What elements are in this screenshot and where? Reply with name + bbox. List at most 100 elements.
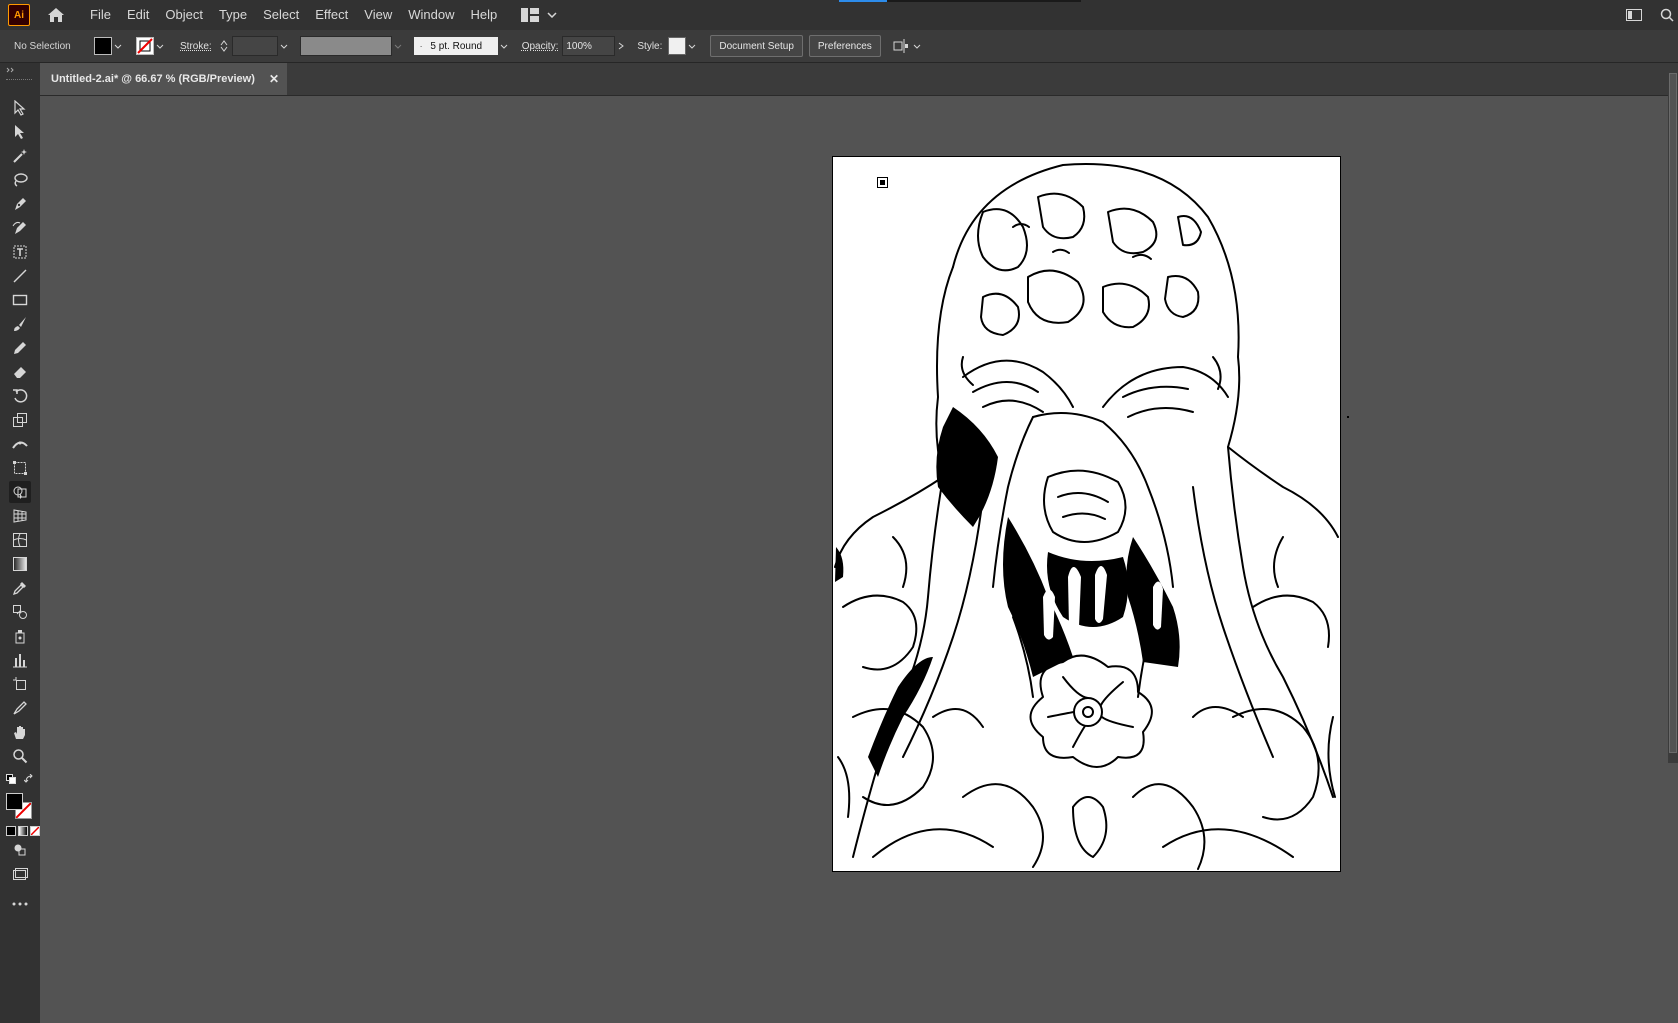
- document-tab[interactable]: Untitled-2.ai* @ 66.67 % (RGB/Preview) ✕: [40, 63, 287, 95]
- color-mode-none[interactable]: [30, 826, 40, 836]
- fill-stroke-control[interactable]: [6, 793, 36, 819]
- opacity-value: 100%: [566, 40, 592, 52]
- screen-mode-button[interactable]: [9, 863, 31, 885]
- stroke-weight-dropdown[interactable]: [278, 38, 290, 54]
- cloud-progress-accent: [839, 0, 887, 2]
- direct-selection-tool[interactable]: [9, 121, 31, 143]
- chevron-right-icon: [619, 42, 625, 50]
- lasso-tool[interactable]: [9, 169, 31, 191]
- stroke-label[interactable]: Stroke:: [180, 41, 212, 52]
- preferences-button[interactable]: Preferences: [808, 35, 881, 57]
- artboard-tool[interactable]: [9, 673, 31, 695]
- fill-swatch[interactable]: [94, 37, 112, 55]
- opacity-expand[interactable]: [615, 38, 627, 54]
- column-graph-tool[interactable]: [9, 649, 31, 671]
- arrange-options[interactable]: [893, 39, 921, 53]
- main-menu: File Edit Object Type Select Effect View…: [82, 0, 505, 30]
- shape-builder-tool[interactable]: [9, 481, 31, 503]
- menu-object[interactable]: Object: [157, 0, 211, 30]
- opacity-label[interactable]: Opacity:: [522, 41, 559, 52]
- stroke-weight-field[interactable]: [231, 36, 278, 56]
- brush-definition[interactable]: · 5 pt. Round: [413, 37, 498, 55]
- graphic-style-swatch[interactable]: [668, 37, 687, 55]
- zoom-tool[interactable]: [9, 745, 31, 767]
- chevron-down-icon: [547, 12, 557, 18]
- canvas-area[interactable]: [40, 96, 1670, 1023]
- blend-tool[interactable]: [9, 601, 31, 623]
- vertical-scrollbar-thumb[interactable]: [1669, 73, 1677, 753]
- pencil-tool[interactable]: [9, 337, 31, 359]
- menu-file[interactable]: File: [82, 0, 119, 30]
- direct-selection-tool-icon: [15, 125, 24, 139]
- pen-tool[interactable]: [9, 193, 31, 215]
- menu-edit[interactable]: Edit: [119, 0, 157, 30]
- illustrator-logo: Ai: [8, 4, 30, 26]
- more-icon: [12, 902, 28, 906]
- curvature-tool[interactable]: [9, 217, 31, 239]
- chevron-down-icon: [220, 46, 228, 52]
- brush-dropdown[interactable]: [498, 38, 510, 54]
- toolbar-grip[interactable]: [6, 79, 32, 82]
- screen-mode-icon: [13, 868, 28, 880]
- magic-wand-tool[interactable]: [9, 145, 31, 167]
- tools-panel: [0, 63, 41, 1023]
- menu-select[interactable]: Select: [255, 0, 307, 30]
- lasso-tool-icon: [14, 173, 28, 187]
- menu-type[interactable]: Type: [211, 0, 255, 30]
- menu-view[interactable]: View: [356, 0, 400, 30]
- hand-tool[interactable]: [9, 721, 31, 743]
- swap-fill-stroke-icon[interactable]: [24, 774, 34, 784]
- selection-tool[interactable]: [9, 97, 31, 119]
- chevron-down-icon: [689, 44, 696, 49]
- document-setup-button[interactable]: Document Setup: [710, 35, 803, 57]
- panel-collapse-icon[interactable]: [6, 67, 16, 73]
- variable-width-profile[interactable]: [299, 36, 392, 56]
- stroke-dropdown[interactable]: [154, 38, 166, 54]
- scale-tool[interactable]: [9, 409, 31, 431]
- search-icon[interactable]: [1660, 8, 1674, 22]
- menu-window[interactable]: Window: [400, 0, 462, 30]
- free-transform-tool-icon: [13, 461, 27, 475]
- free-transform-tool[interactable]: [9, 457, 31, 479]
- color-mode-color[interactable]: [6, 826, 16, 836]
- type-area-tool[interactable]: [9, 241, 31, 263]
- search-bar-edge: [887, 0, 1081, 2]
- menu-help[interactable]: Help: [462, 0, 505, 30]
- workspace-switcher[interactable]: [521, 8, 557, 22]
- stroke-swatch[interactable]: [136, 37, 154, 55]
- width-tool[interactable]: [9, 433, 31, 455]
- opacity-field[interactable]: 100%: [562, 36, 616, 56]
- menu-effect[interactable]: Effect: [307, 0, 356, 30]
- slice-tool[interactable]: [9, 697, 31, 719]
- symbol-sprayer-tool[interactable]: [9, 625, 31, 647]
- document-tab-title: Untitled-2.ai* @ 66.67 % (RGB/Preview): [51, 73, 255, 85]
- rectangle-tool[interactable]: [9, 289, 31, 311]
- vertical-scrollbar[interactable]: [1668, 63, 1678, 763]
- home-button[interactable]: [44, 4, 68, 26]
- line-segment-tool[interactable]: [9, 265, 31, 287]
- menu-bar: Ai File Edit Object Type Select Effect V…: [0, 0, 1678, 30]
- mesh-tool[interactable]: [9, 529, 31, 551]
- fill-indicator[interactable]: [6, 793, 23, 810]
- style-dropdown[interactable]: [686, 38, 698, 54]
- edit-toolbar-button[interactable]: [9, 893, 31, 915]
- color-mode-gradient[interactable]: [18, 826, 28, 836]
- style-label: Style:: [637, 40, 663, 52]
- eyedropper-tool[interactable]: [9, 577, 31, 599]
- stray-point: [1347, 416, 1349, 418]
- artboard[interactable]: [832, 156, 1341, 872]
- gradient-tool[interactable]: [9, 553, 31, 575]
- perspective-grid-tool[interactable]: [9, 505, 31, 527]
- draw-mode-button[interactable]: [9, 839, 31, 861]
- stroke-weight-stepper[interactable]: [220, 40, 228, 52]
- no-stroke-icon: [137, 38, 153, 54]
- arrange-documents-icon[interactable]: [1626, 9, 1642, 21]
- profile-dropdown[interactable]: [392, 38, 404, 54]
- close-icon[interactable]: ✕: [269, 72, 279, 86]
- eraser-tool[interactable]: [9, 361, 31, 383]
- default-fill-stroke-icon[interactable]: [6, 774, 16, 784]
- paintbrush-tool[interactable]: [9, 313, 31, 335]
- eraser-tool-icon: [14, 367, 26, 378]
- fill-dropdown[interactable]: [112, 38, 124, 54]
- rotate-tool[interactable]: [9, 385, 31, 407]
